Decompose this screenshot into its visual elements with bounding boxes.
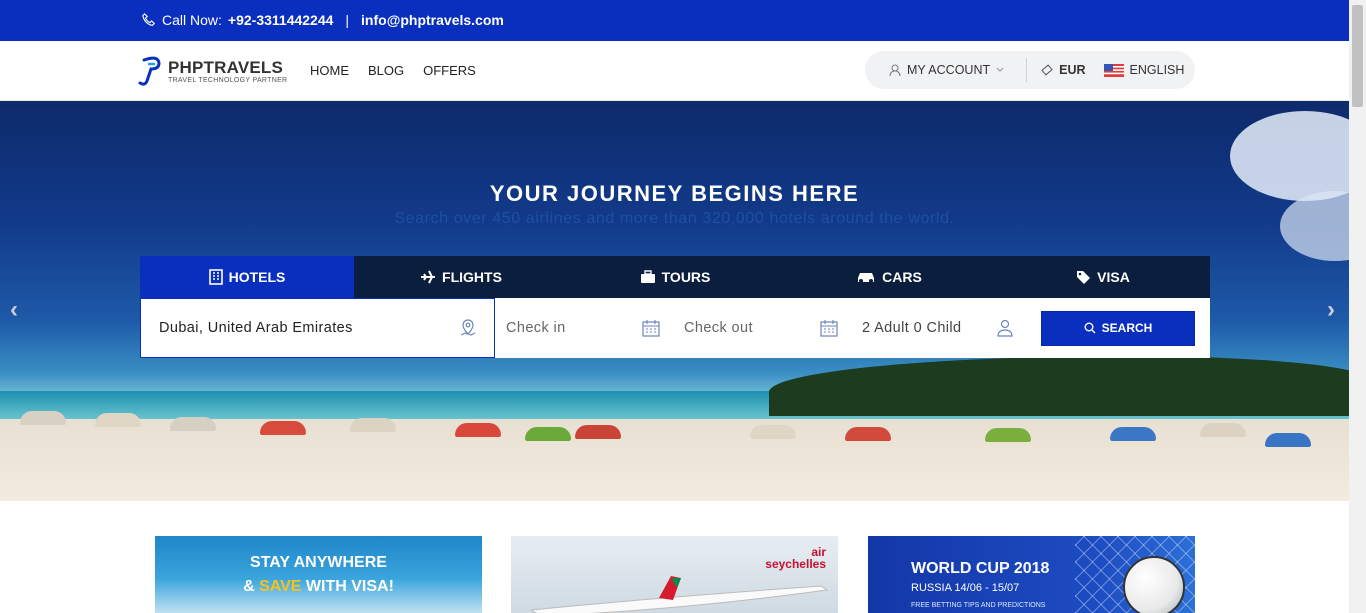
- hero-subtitle: Search over 450 airlines and more than 3…: [394, 210, 955, 227]
- divider: [1026, 58, 1028, 82]
- promo-visa-line2-a: &: [243, 578, 260, 595]
- tab-flights[interactable]: FLIGHTS: [354, 256, 568, 298]
- tab-visa-label: VISA: [1097, 269, 1130, 285]
- logo-title: PHPTRAVELS: [168, 57, 284, 77]
- logo[interactable]: PHPTRAVELS TRAVEL TECHNOLOGY PARTNER: [138, 55, 287, 87]
- destination-value: Dubai, United Arab Emirates: [159, 320, 353, 336]
- logo-mark-icon: [138, 56, 161, 86]
- umbrella-decoration: [525, 427, 571, 441]
- guests-value: 2 Adult 0 Child: [862, 320, 962, 336]
- my-account-dropdown[interactable]: MY ACCOUNT: [889, 63, 1004, 77]
- tab-hotels-label: HOTELS: [228, 269, 286, 285]
- nav-offers[interactable]: OFFERS: [423, 63, 476, 78]
- promo-visa-highlight: SAVE: [259, 578, 302, 595]
- hero-title: YOUR JOURNEY BEGINS HERE: [489, 181, 860, 206]
- separator: |: [345, 12, 350, 28]
- my-account-label: MY ACCOUNT: [907, 63, 991, 77]
- currency-label: EUR: [1059, 63, 1086, 77]
- tab-hotels[interactable]: HOTELS: [140, 256, 354, 298]
- language-label: ENGLISH: [1129, 63, 1185, 77]
- email-link[interactable]: info@phptravels.com: [361, 12, 504, 28]
- phone-icon: [142, 13, 156, 26]
- umbrella-decoration: [575, 425, 621, 439]
- umbrella-decoration: [985, 428, 1031, 442]
- tab-flights-label: FLIGHTS: [442, 269, 502, 285]
- hill-decoration: [769, 356, 1349, 416]
- tab-visa[interactable]: VISA: [996, 256, 1210, 298]
- umbrella-decoration: [845, 427, 891, 441]
- currency-selector[interactable]: EUR: [1041, 63, 1086, 77]
- checkout-input[interactable]: Check out: [673, 298, 851, 358]
- umbrella-decoration: [350, 418, 396, 432]
- carousel-next-arrow[interactable]: ›: [1327, 296, 1335, 324]
- user-icon: [997, 319, 1013, 337]
- search-icon: [1084, 322, 1096, 334]
- map-pin-icon: [460, 319, 476, 336]
- plane-icon: [421, 270, 436, 284]
- tab-cars[interactable]: CARS: [782, 256, 996, 298]
- top-contact-bar: Call Now: +92-3311442244 | info@phptrave…: [0, 0, 1349, 41]
- us-flag-icon: [1103, 63, 1124, 77]
- call-label: Call Now:: [162, 12, 222, 28]
- car-icon: [858, 273, 875, 283]
- suitcase-icon: [640, 270, 655, 283]
- umbrella-decoration: [170, 417, 216, 431]
- umbrella-decoration: [1110, 427, 1156, 441]
- building-icon: [208, 269, 223, 285]
- worldcup-dates: RUSSIA 14/06 - 15/07: [911, 582, 1020, 594]
- language-selector[interactable]: ENGLISH: [1103, 63, 1185, 77]
- calendar-icon: [642, 320, 660, 337]
- checkin-placeholder: Check in: [506, 320, 566, 336]
- umbrella-decoration: [95, 413, 141, 427]
- guests-input[interactable]: 2 Adult 0 Child: [851, 298, 1029, 358]
- worldcup-tagline: FREE BETTING TIPS AND PREDICTIONS: [911, 602, 1046, 609]
- umbrella-decoration: [1200, 423, 1246, 437]
- umbrella-decoration: [20, 411, 66, 425]
- scrollbar-thumb[interactable]: [1352, 5, 1363, 107]
- account-bar: MY ACCOUNT EUR ENGLISH: [865, 51, 1195, 89]
- airline-brand-line2: seychelles: [765, 557, 826, 571]
- tag-icon: [1077, 270, 1091, 284]
- contact-info: Call Now: +92-3311442244 | info@phptrave…: [142, 12, 504, 28]
- tab-tours[interactable]: TOURS: [568, 256, 782, 298]
- calendar-icon: [820, 320, 838, 337]
- tab-tours-label: TOURS: [661, 269, 711, 285]
- checkout-placeholder: Check out: [684, 320, 753, 336]
- umbrella-decoration: [455, 423, 501, 437]
- nav-blog[interactable]: BLOG: [368, 63, 404, 78]
- logo-subtitle: TRAVEL TECHNOLOGY PARTNER: [168, 76, 288, 84]
- logo-text: PHPTRAVELS TRAVEL TECHNOLOGY PARTNER: [168, 57, 288, 84]
- umbrella-decoration: [260, 421, 306, 435]
- phone-number[interactable]: +92-3311442244: [228, 12, 334, 28]
- promo-visa-line2-b: WITH VISA!: [301, 578, 394, 595]
- page-scrollbar[interactable]: [1349, 0, 1366, 613]
- chevron-down-icon: [996, 67, 1004, 72]
- tab-cars-label: CARS: [882, 269, 922, 285]
- destination-input[interactable]: Dubai, United Arab Emirates: [140, 298, 495, 358]
- nav-home[interactable]: HOME: [310, 63, 349, 78]
- promo-worldcup-banner[interactable]: WORLD CUP 2018 RUSSIA 14/06 - 15/07 FREE…: [868, 536, 1195, 613]
- promo-visa-line1: STAY ANYWHERE: [250, 554, 387, 571]
- carousel-prev-arrow[interactable]: ‹: [10, 296, 18, 324]
- football-image: [1123, 556, 1185, 613]
- search-tabs: HOTELS FLIGHTS TOURS CARS VISA: [140, 256, 1210, 298]
- umbrella-decoration: [1265, 433, 1311, 447]
- nav-links: HOME BLOG OFFERS: [310, 63, 476, 78]
- umbrella-decoration: [750, 425, 796, 439]
- airline-brand-logo: air seychelles: [765, 546, 826, 570]
- worldcup-title: WORLD CUP 2018: [911, 560, 1050, 577]
- hotel-search-form: Dubai, United Arab Emirates Check in Che…: [140, 298, 1210, 358]
- promo-visa-banner[interactable]: STAY ANYWHERE & SAVE WITH VISA!: [155, 536, 482, 613]
- search-button-label: SEARCH: [1101, 321, 1153, 335]
- search-button[interactable]: SEARCH: [1041, 310, 1195, 346]
- promo-visa-line2: & SAVE WITH VISA!: [155, 578, 482, 596]
- airplane-image: [531, 576, 829, 613]
- user-icon: [889, 64, 901, 76]
- money-tag-icon: [1041, 64, 1053, 76]
- checkin-input[interactable]: Check in: [495, 298, 673, 358]
- promo-airline-banner[interactable]: air seychelles: [511, 536, 838, 613]
- main-navbar: PHPTRAVELS TRAVEL TECHNOLOGY PARTNER HOM…: [0, 41, 1349, 101]
